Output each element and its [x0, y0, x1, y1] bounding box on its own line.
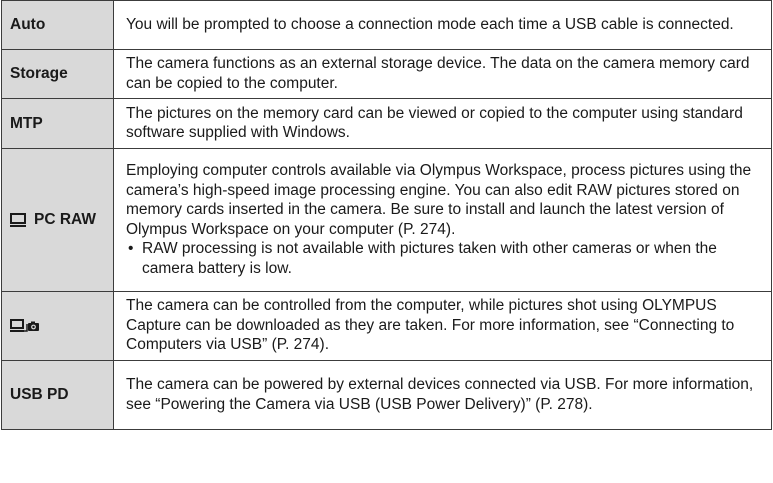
table-row-mtp: MTP The pictures on the memory card can …: [1, 98, 772, 149]
mode-description-pc-raw-cell: Employing computer controls available vi…: [113, 148, 772, 292]
mode-description-pc-raw: Employing computer controls available vi…: [126, 162, 752, 238]
mode-label-pc-raw-cell: PC RAW: [1, 148, 114, 292]
mode-description-tethering: The camera can be controlled from the co…: [113, 291, 772, 361]
mode-label-storage: Storage: [1, 49, 114, 99]
usb-mode-table: Auto You will be prompted to choose a co…: [1, 0, 772, 430]
table-row-auto: Auto You will be prompted to choose a co…: [1, 0, 772, 50]
table-row-pc-raw: PC RAW Employing computer controls avail…: [1, 148, 772, 292]
computer-monitor-icon: [10, 213, 26, 227]
table-row-storage: Storage The camera functions as an exter…: [1, 49, 772, 99]
mode-description-usb-pd: The camera can be powered by external de…: [113, 360, 772, 430]
note-bullet: • RAW processing is not available with p…: [126, 239, 761, 278]
mode-description-auto: You will be prompted to choose a connect…: [113, 0, 772, 50]
computer-camera-tethering-icon: [10, 319, 113, 333]
note-text-pc-raw: RAW processing is not available with pic…: [142, 240, 717, 277]
table-row-tethering: The camera can be controlled from the co…: [1, 291, 772, 361]
bullet-symbol: •: [128, 240, 134, 257]
mode-label-pc-raw: PC RAW: [34, 211, 96, 229]
mode-description-storage: The camera functions as an external stor…: [113, 49, 772, 99]
table-row-usb-pd: USB PD The camera can be powered by exte…: [1, 360, 772, 430]
mode-label-tethering-cell: [1, 291, 114, 361]
mode-label-auto: Auto: [1, 0, 114, 50]
mode-label-mtp: MTP: [1, 98, 114, 149]
mode-label-usb-pd: USB PD: [1, 360, 114, 430]
mode-description-mtp: The pictures on the memory card can be v…: [113, 98, 772, 149]
